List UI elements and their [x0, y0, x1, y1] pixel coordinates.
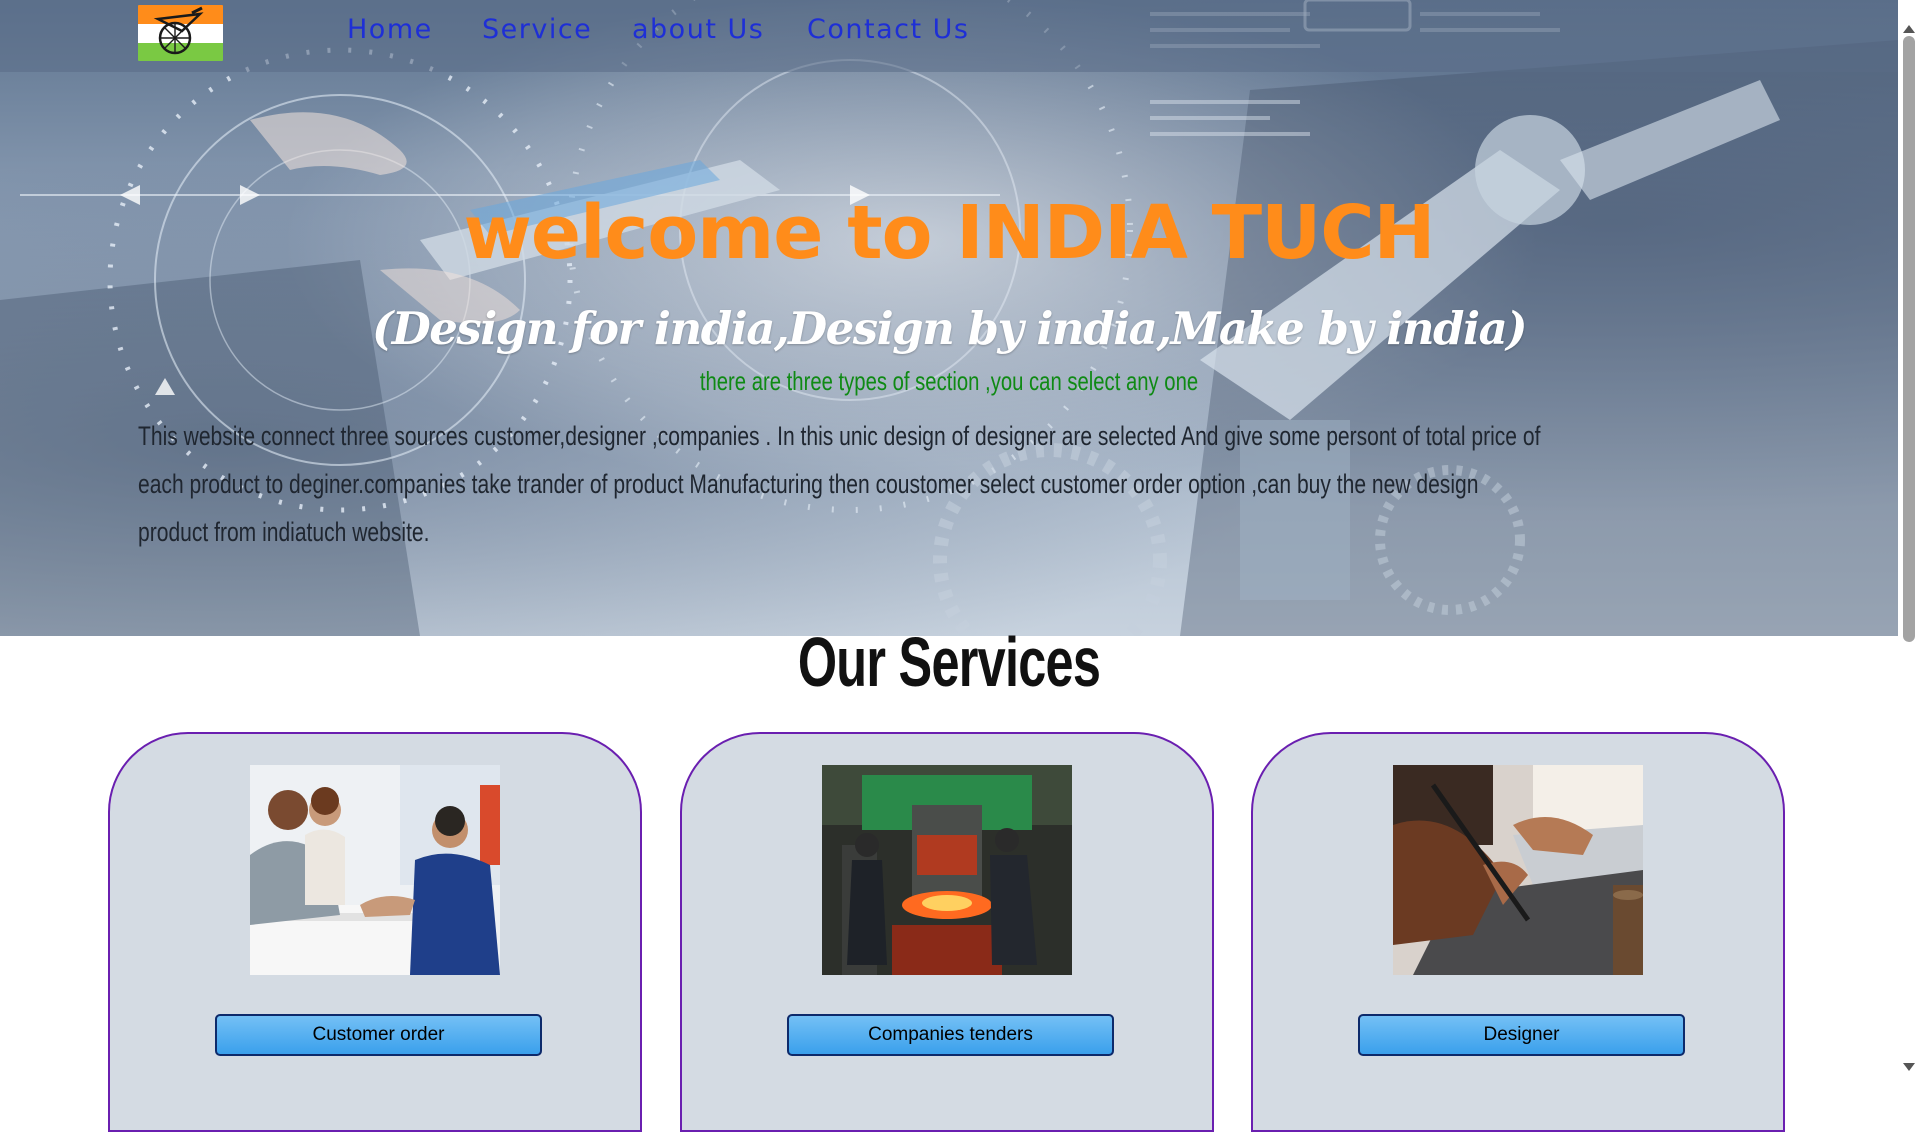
services-title: Our Services: [797, 623, 1101, 701]
hero-section-note: there are three types of section ,you ca…: [699, 366, 1199, 396]
service-card-companies: Companies tenders: [680, 732, 1214, 1132]
scroll-down-arrow-icon[interactable]: [1903, 1063, 1915, 1071]
designer-drawing-photo: [1393, 765, 1643, 975]
factory-forge-photo: [822, 765, 1072, 975]
nav-link-contact-us[interactable]: Contact Us: [807, 14, 969, 45]
service-card-designer: Designer: [1251, 732, 1785, 1132]
nav-link-about-us[interactable]: about Us: [632, 14, 764, 45]
companies-tenders-button[interactable]: Companies tenders: [787, 1014, 1114, 1056]
page-scrollbar[interactable]: [1898, 0, 1920, 1080]
nav-link-home[interactable]: Home: [347, 14, 433, 45]
nav-link-service[interactable]: Service: [482, 14, 592, 45]
hero-tagline: (Design for india,Design by india,Make b…: [371, 302, 1528, 355]
hero-description: This website connect three sources custo…: [138, 421, 1541, 547]
customer-order-button[interactable]: Customer order: [215, 1014, 542, 1056]
hero-title: welcome to INDIA TUCH: [463, 190, 1436, 276]
top-navbar: Home Service about Us Contact Us: [0, 0, 1898, 72]
service-card-customer: Customer order: [108, 732, 642, 1132]
scroll-up-arrow-icon[interactable]: [1903, 25, 1915, 33]
scroll-thumb[interactable]: [1903, 36, 1915, 642]
site-logo[interactable]: [138, 5, 223, 61]
customer-handshake-photo: [250, 765, 500, 975]
designer-button[interactable]: Designer: [1358, 1014, 1685, 1056]
chakra-wheel-icon: [153, 6, 204, 55]
